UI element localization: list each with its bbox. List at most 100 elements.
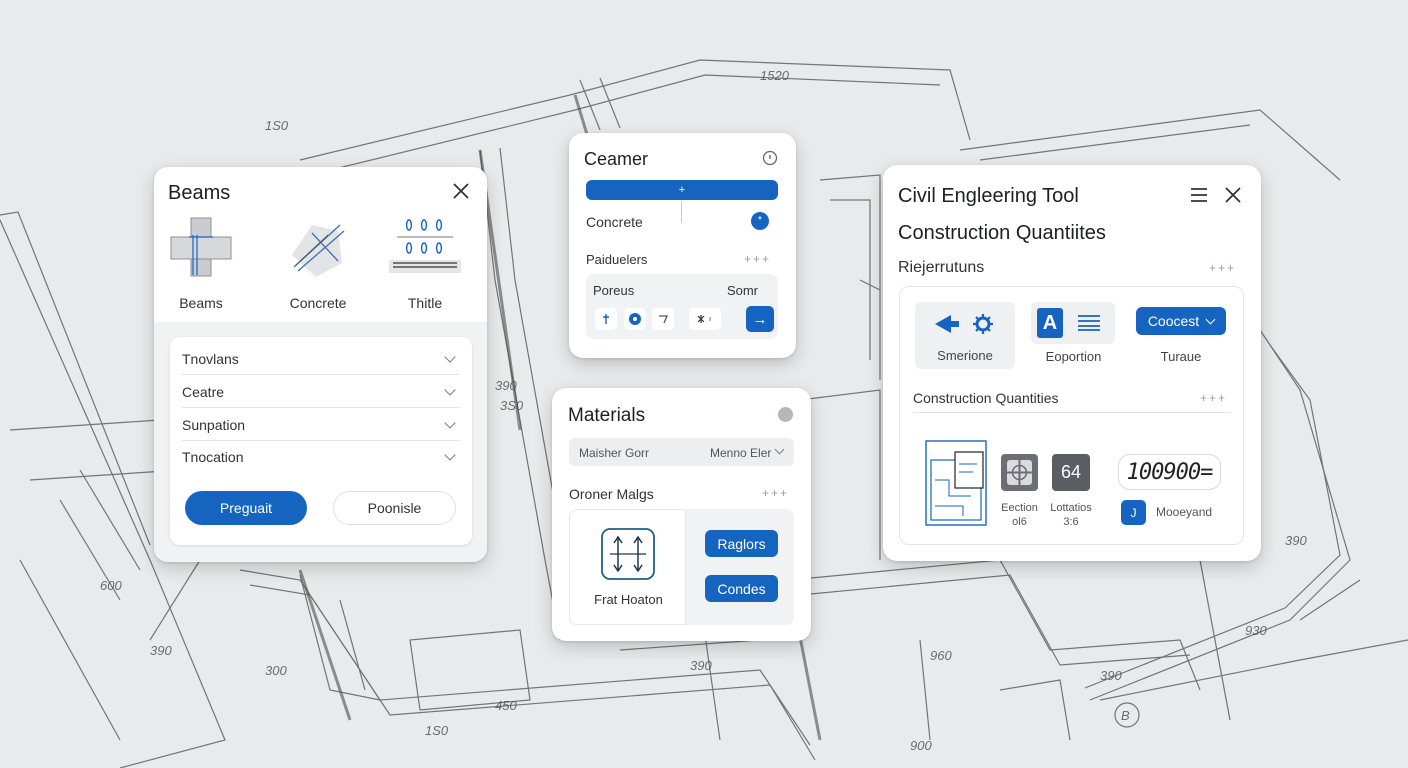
info-icon[interactable] — [778, 407, 793, 422]
dim-label: 900 — [910, 738, 932, 753]
dropdown-row[interactable]: Ceatre — [182, 376, 460, 408]
civil-engineering-panel: Civil Engleering Tool Construction Quant… — [883, 165, 1261, 561]
quantities-title: Construction Quantities — [913, 390, 1059, 406]
tool-tile-2[interactable]: A — [1031, 302, 1115, 344]
dropdown-caption: Turaue — [1160, 349, 1202, 364]
tile-label: Concrete — [289, 295, 347, 311]
divider — [913, 412, 1231, 413]
dim-label: 450 — [495, 698, 517, 713]
info-icon[interactable] — [762, 150, 778, 166]
dropdown-row[interactable]: Tnovlans — [182, 343, 460, 375]
params-label: Paiduelers — [586, 252, 648, 267]
chevron-down-icon — [1205, 314, 1216, 324]
select-right-label: Menno Eler — [710, 446, 772, 460]
dropdown-value: Coocest — [1147, 313, 1200, 329]
progress-slider[interactable]: + — [586, 180, 778, 200]
chevron-down-icon — [444, 416, 456, 429]
row-label: Tnovlans — [182, 350, 239, 367]
readout-icon[interactable]: J — [1121, 500, 1146, 525]
more-icon[interactable]: +++ — [1209, 261, 1236, 275]
primary-button[interactable]: Preguait — [185, 491, 307, 525]
target-icon[interactable] — [624, 308, 646, 330]
dim-label: 960 — [930, 648, 952, 663]
panel-subtitle: Construction Quantiites — [898, 222, 1106, 244]
dim-label: 390 — [690, 658, 712, 673]
row-label: Tnocation — [182, 449, 244, 465]
grid-marker: B — [1121, 708, 1130, 723]
dim-label: 390 — [150, 643, 172, 658]
more-icon[interactable]: +++ — [1200, 391, 1227, 405]
menu-icon[interactable] — [1189, 185, 1209, 205]
dropdown-row[interactable]: Sunpation — [182, 409, 460, 441]
tile-label: Beams — [179, 295, 223, 311]
grid-icon[interactable] — [1001, 454, 1038, 491]
more-icon[interactable]: +++ — [762, 486, 789, 500]
tool-tile-1[interactable]: Smerione — [915, 302, 1015, 369]
knob-button[interactable]: * — [751, 212, 769, 230]
stat-label: Eection ol6 — [992, 501, 1047, 529]
raglors-button[interactable]: Raglors — [705, 530, 778, 557]
more-icon[interactable]: +++ — [744, 252, 771, 266]
tile-caption: Frat Hoaton — [594, 592, 663, 607]
shape-icon[interactable] — [652, 308, 674, 330]
panel-title: Civil Engleering Tool — [898, 185, 1079, 207]
select-left-label: Maisher Gorr — [579, 446, 650, 460]
dim-label: 300 — [265, 663, 287, 678]
tile-label: Eoportion — [1045, 349, 1102, 364]
materials-panel: Materials Maisher Gorr Menno Eler Oroner… — [552, 388, 811, 641]
count-badge: 64 — [1052, 454, 1090, 491]
section-label: Oroner Malgs — [569, 486, 654, 502]
chevron-down-icon — [444, 350, 456, 363]
box-left-label: Poreus — [593, 283, 635, 298]
tile-beams[interactable]: Beams — [161, 215, 241, 311]
readout-label: Mooeyand — [1156, 505, 1213, 519]
dropdown-row[interactable]: Tnocation — [182, 441, 460, 473]
panel-title: Ceamer — [584, 149, 649, 169]
tile-thitle[interactable]: Thitle — [385, 215, 465, 311]
close-icon[interactable] — [451, 181, 471, 201]
beams-panel: Beams Beams Concrete Thitle Tnovlans Cea… — [154, 167, 487, 562]
dim-label: 390 — [1285, 533, 1307, 548]
concrete-dropdown[interactable]: Coocest — [1136, 307, 1226, 335]
options-card: Tnovlans Ceatre Sunpation Tnocation Preg… — [170, 337, 472, 545]
panel-title: Beams — [168, 182, 231, 204]
params-box: Poreus Somr → — [586, 274, 778, 339]
chevron-down-icon — [444, 449, 456, 461]
pin-icon[interactable] — [595, 308, 617, 330]
quantities-card: Smerione A Eoportion Coocest Turaue Cons… — [899, 286, 1244, 545]
condes-button[interactable]: Condes — [705, 575, 778, 602]
slider-marker: + — [678, 184, 686, 196]
stat-label-line: Eection — [1001, 502, 1038, 514]
beam-cross-icon — [170, 217, 232, 277]
close-icon[interactable] — [1223, 185, 1243, 205]
floor-plan-icon — [925, 440, 987, 526]
text-a-icon: A — [1037, 308, 1063, 338]
panel-title: Materials — [568, 405, 646, 426]
box-right-label: Somr — [726, 283, 758, 298]
quantity-readout: 100900= — [1118, 454, 1221, 490]
concrete-label: Concrete — [586, 214, 643, 230]
row-label: Ceatre — [182, 383, 225, 400]
dim-label: 1S0 — [265, 118, 289, 133]
dim-label: 600 — [100, 578, 122, 593]
go-button[interactable]: → — [746, 306, 774, 332]
concrete-icon — [292, 224, 345, 277]
secondary-button[interactable]: Poonisle — [333, 491, 456, 525]
tile-label: Smerione — [937, 348, 993, 363]
stat-label-line: 3:6 — [1063, 516, 1079, 528]
dim-label: 1520 — [760, 68, 790, 83]
dim-label: 3S0 — [500, 398, 524, 413]
asterisk-icon[interactable] — [689, 308, 721, 330]
material-tile[interactable]: Frat Hoaton — [569, 509, 686, 625]
rebar-icon — [389, 219, 461, 273]
tile-label: Thitle — [407, 295, 443, 311]
stat-label: Lottatios 3:6 — [1043, 501, 1099, 529]
megaphone-gear-icon — [935, 314, 993, 334]
material-select[interactable]: Maisher Gorr Menno Eler — [569, 438, 794, 466]
tile-concrete[interactable]: Concrete — [278, 215, 358, 311]
materials-box: Frat Hoaton Raglors Condes — [569, 509, 794, 625]
list-icon — [1078, 315, 1100, 331]
dim-label: 390 — [495, 378, 517, 393]
dim-label: 1S0 — [425, 723, 449, 738]
row-label: Sunpation — [182, 416, 246, 433]
